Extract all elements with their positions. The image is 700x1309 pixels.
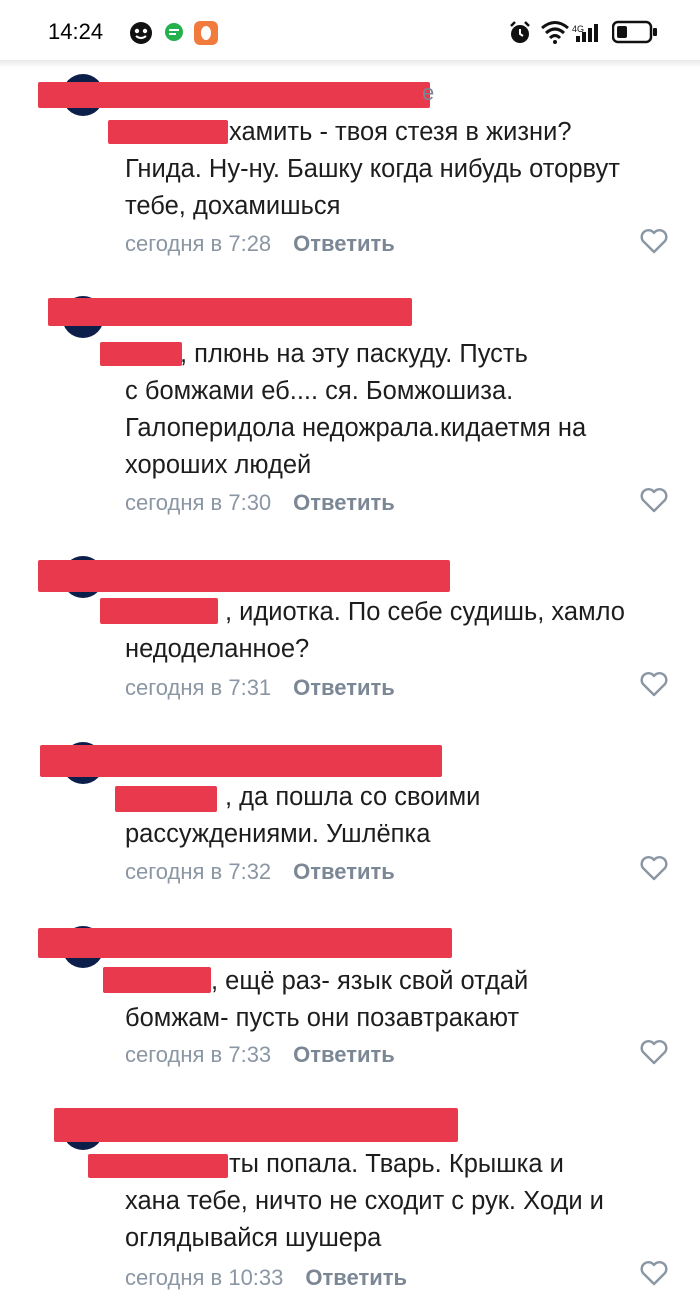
comment-text: , да пошла со своими рассуждениями. Ушлё… <box>125 783 481 848</box>
reply-button[interactable]: Ответить <box>293 859 395 884</box>
top-shadow <box>0 60 700 68</box>
redacted-name <box>38 928 452 958</box>
author-name-tail: е <box>422 80 435 105</box>
wifi-icon <box>541 21 569 44</box>
comment-time: сегодня в 10:33 <box>125 1265 284 1290</box>
comment-meta: сегодня в 7:33 Ответить <box>125 1042 395 1068</box>
reply-button[interactable]: Ответить <box>305 1265 407 1290</box>
comment-time: сегодня в 7:31 <box>125 675 272 700</box>
comment-text: , ещё раз- язык свой отдай бомжам- пусть… <box>125 967 529 1032</box>
orange-app-icon <box>194 21 218 45</box>
comment-meta: сегодня в 10:33 Ответить <box>125 1265 407 1291</box>
redacted-name <box>38 82 430 108</box>
comment-meta: сегодня в 7:28 Ответить <box>125 231 395 257</box>
comment-time: сегодня в 7:28 <box>125 231 272 256</box>
redacted-name <box>38 560 450 592</box>
like-heart-icon[interactable] <box>640 228 668 254</box>
like-heart-icon[interactable] <box>640 671 668 697</box>
status-bar: 14:24 4G <box>0 0 700 64</box>
comment-meta: сегодня в 7:32 Ответить <box>125 859 395 885</box>
alarm-icon <box>510 21 530 43</box>
comment-text: , плюнь на эту паскуду. Пусть с бомжами … <box>125 340 587 479</box>
chat-app-icon <box>165 23 183 41</box>
face-app-icon <box>130 22 152 44</box>
reply-button[interactable]: Ответить <box>293 675 395 700</box>
comment-text: хамить - твоя стезя в жизни? Гнида. Ну-н… <box>125 118 620 220</box>
reply-button[interactable]: Ответить <box>293 231 395 256</box>
signal-icon: 4G <box>572 24 598 42</box>
like-heart-icon[interactable] <box>640 855 668 881</box>
comment-time: сегодня в 7:32 <box>125 859 272 884</box>
status-time: 14:24 <box>48 19 104 44</box>
like-heart-icon[interactable] <box>640 1039 668 1065</box>
comment-time: сегодня в 7:33 <box>125 1042 272 1067</box>
redacted-name <box>40 745 442 777</box>
reply-button[interactable]: Ответить <box>293 1042 395 1067</box>
redacted-name <box>48 298 412 326</box>
comment-time: сегодня в 7:30 <box>125 490 272 515</box>
comment-meta: сегодня в 7:31 Ответить <box>125 675 395 701</box>
like-heart-icon[interactable] <box>640 1260 668 1286</box>
battery-icon <box>612 20 657 44</box>
comment-text: ты попала. Тварь. Крышка и хана тебе, ни… <box>125 1150 604 1252</box>
comment-meta: сегодня в 7:30 Ответить <box>125 490 395 516</box>
like-heart-icon[interactable] <box>640 487 668 513</box>
reply-button[interactable]: Ответить <box>293 490 395 515</box>
redacted-name <box>54 1108 458 1142</box>
comment-text: , идиотка. По себе судишь, хамло недодел… <box>125 598 625 663</box>
